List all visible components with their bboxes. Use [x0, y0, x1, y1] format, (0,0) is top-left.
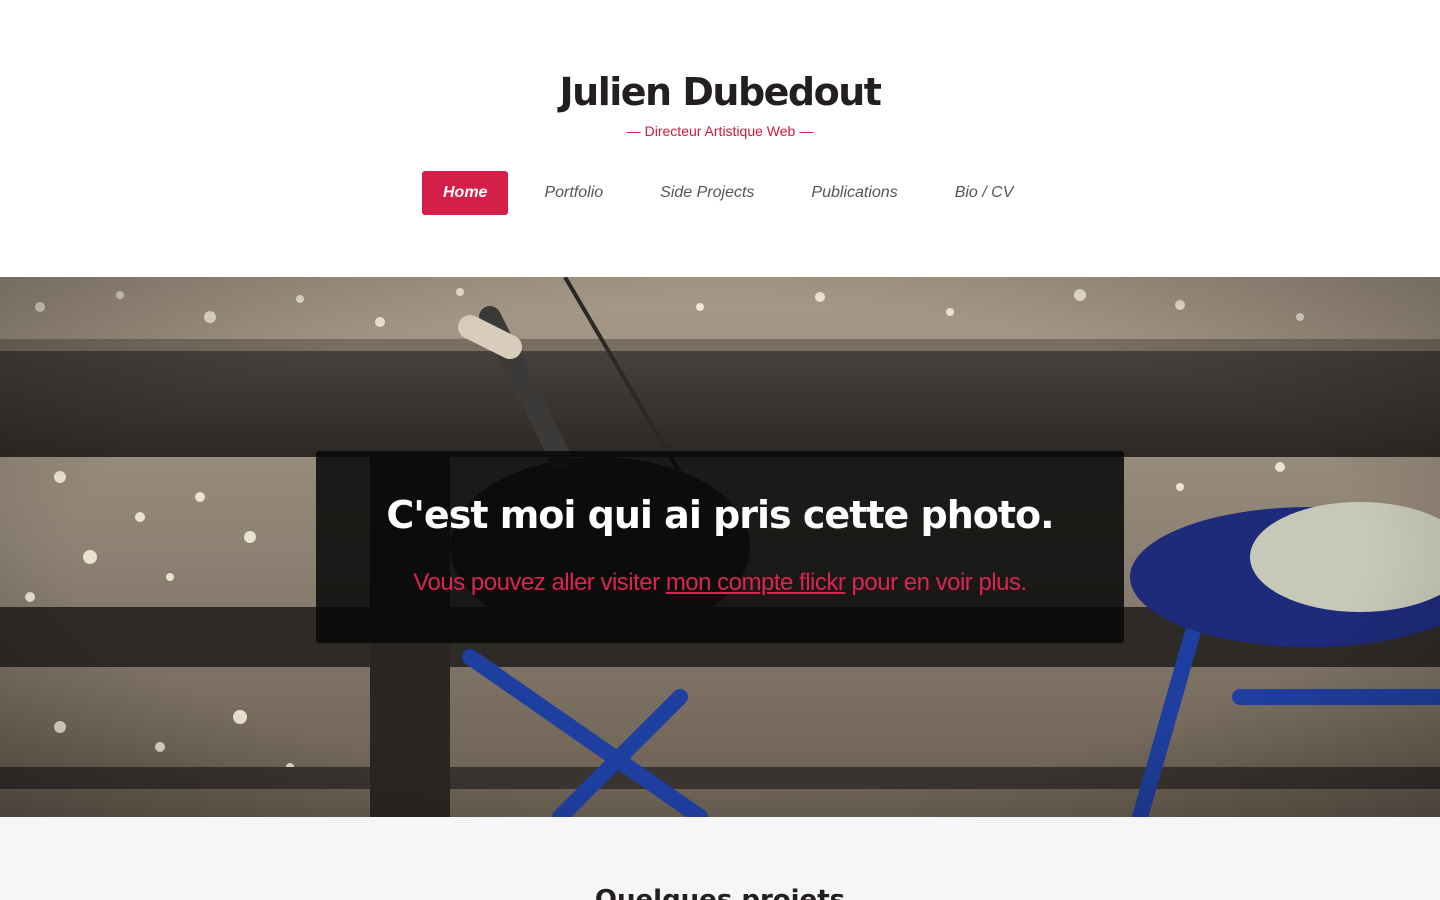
main-nav: Home Portfolio Side Projects Publication…: [422, 171, 1049, 215]
flickr-link[interactable]: mon compte flickr: [666, 569, 846, 596]
site-subtitle: — Directeur Artistique Web —: [626, 123, 814, 139]
projects-section-title: Quelques projets: [594, 885, 846, 900]
hero-caption-text: Vous pouvez aller visiter mon compte fli…: [316, 569, 1124, 597]
hero-caption-box: C'est moi qui ai pris cette photo. Vous …: [316, 451, 1124, 643]
hero-caption-title: C'est moi qui ai pris cette photo.: [386, 493, 1054, 537]
nav-item-publications[interactable]: Publications: [790, 171, 918, 215]
nav-item-portfolio[interactable]: Portfolio: [523, 171, 624, 215]
site-title[interactable]: Julien Dubedout: [0, 70, 1440, 114]
caption-text-before: Vous pouvez aller visiter: [413, 569, 666, 596]
projects-section: Quelques projets: [0, 817, 1440, 900]
nav-item-bio-cv[interactable]: Bio / CV: [934, 171, 1035, 215]
caption-text-after: pour en voir plus.: [845, 569, 1028, 596]
hero-banner: C'est moi qui ai pris cette photo. Vous …: [0, 277, 1440, 817]
nav-item-side-projects[interactable]: Side Projects: [639, 171, 775, 215]
site-header: Julien Dubedout — Directeur Artistique W…: [0, 0, 1440, 277]
nav-item-home[interactable]: Home: [422, 171, 509, 215]
